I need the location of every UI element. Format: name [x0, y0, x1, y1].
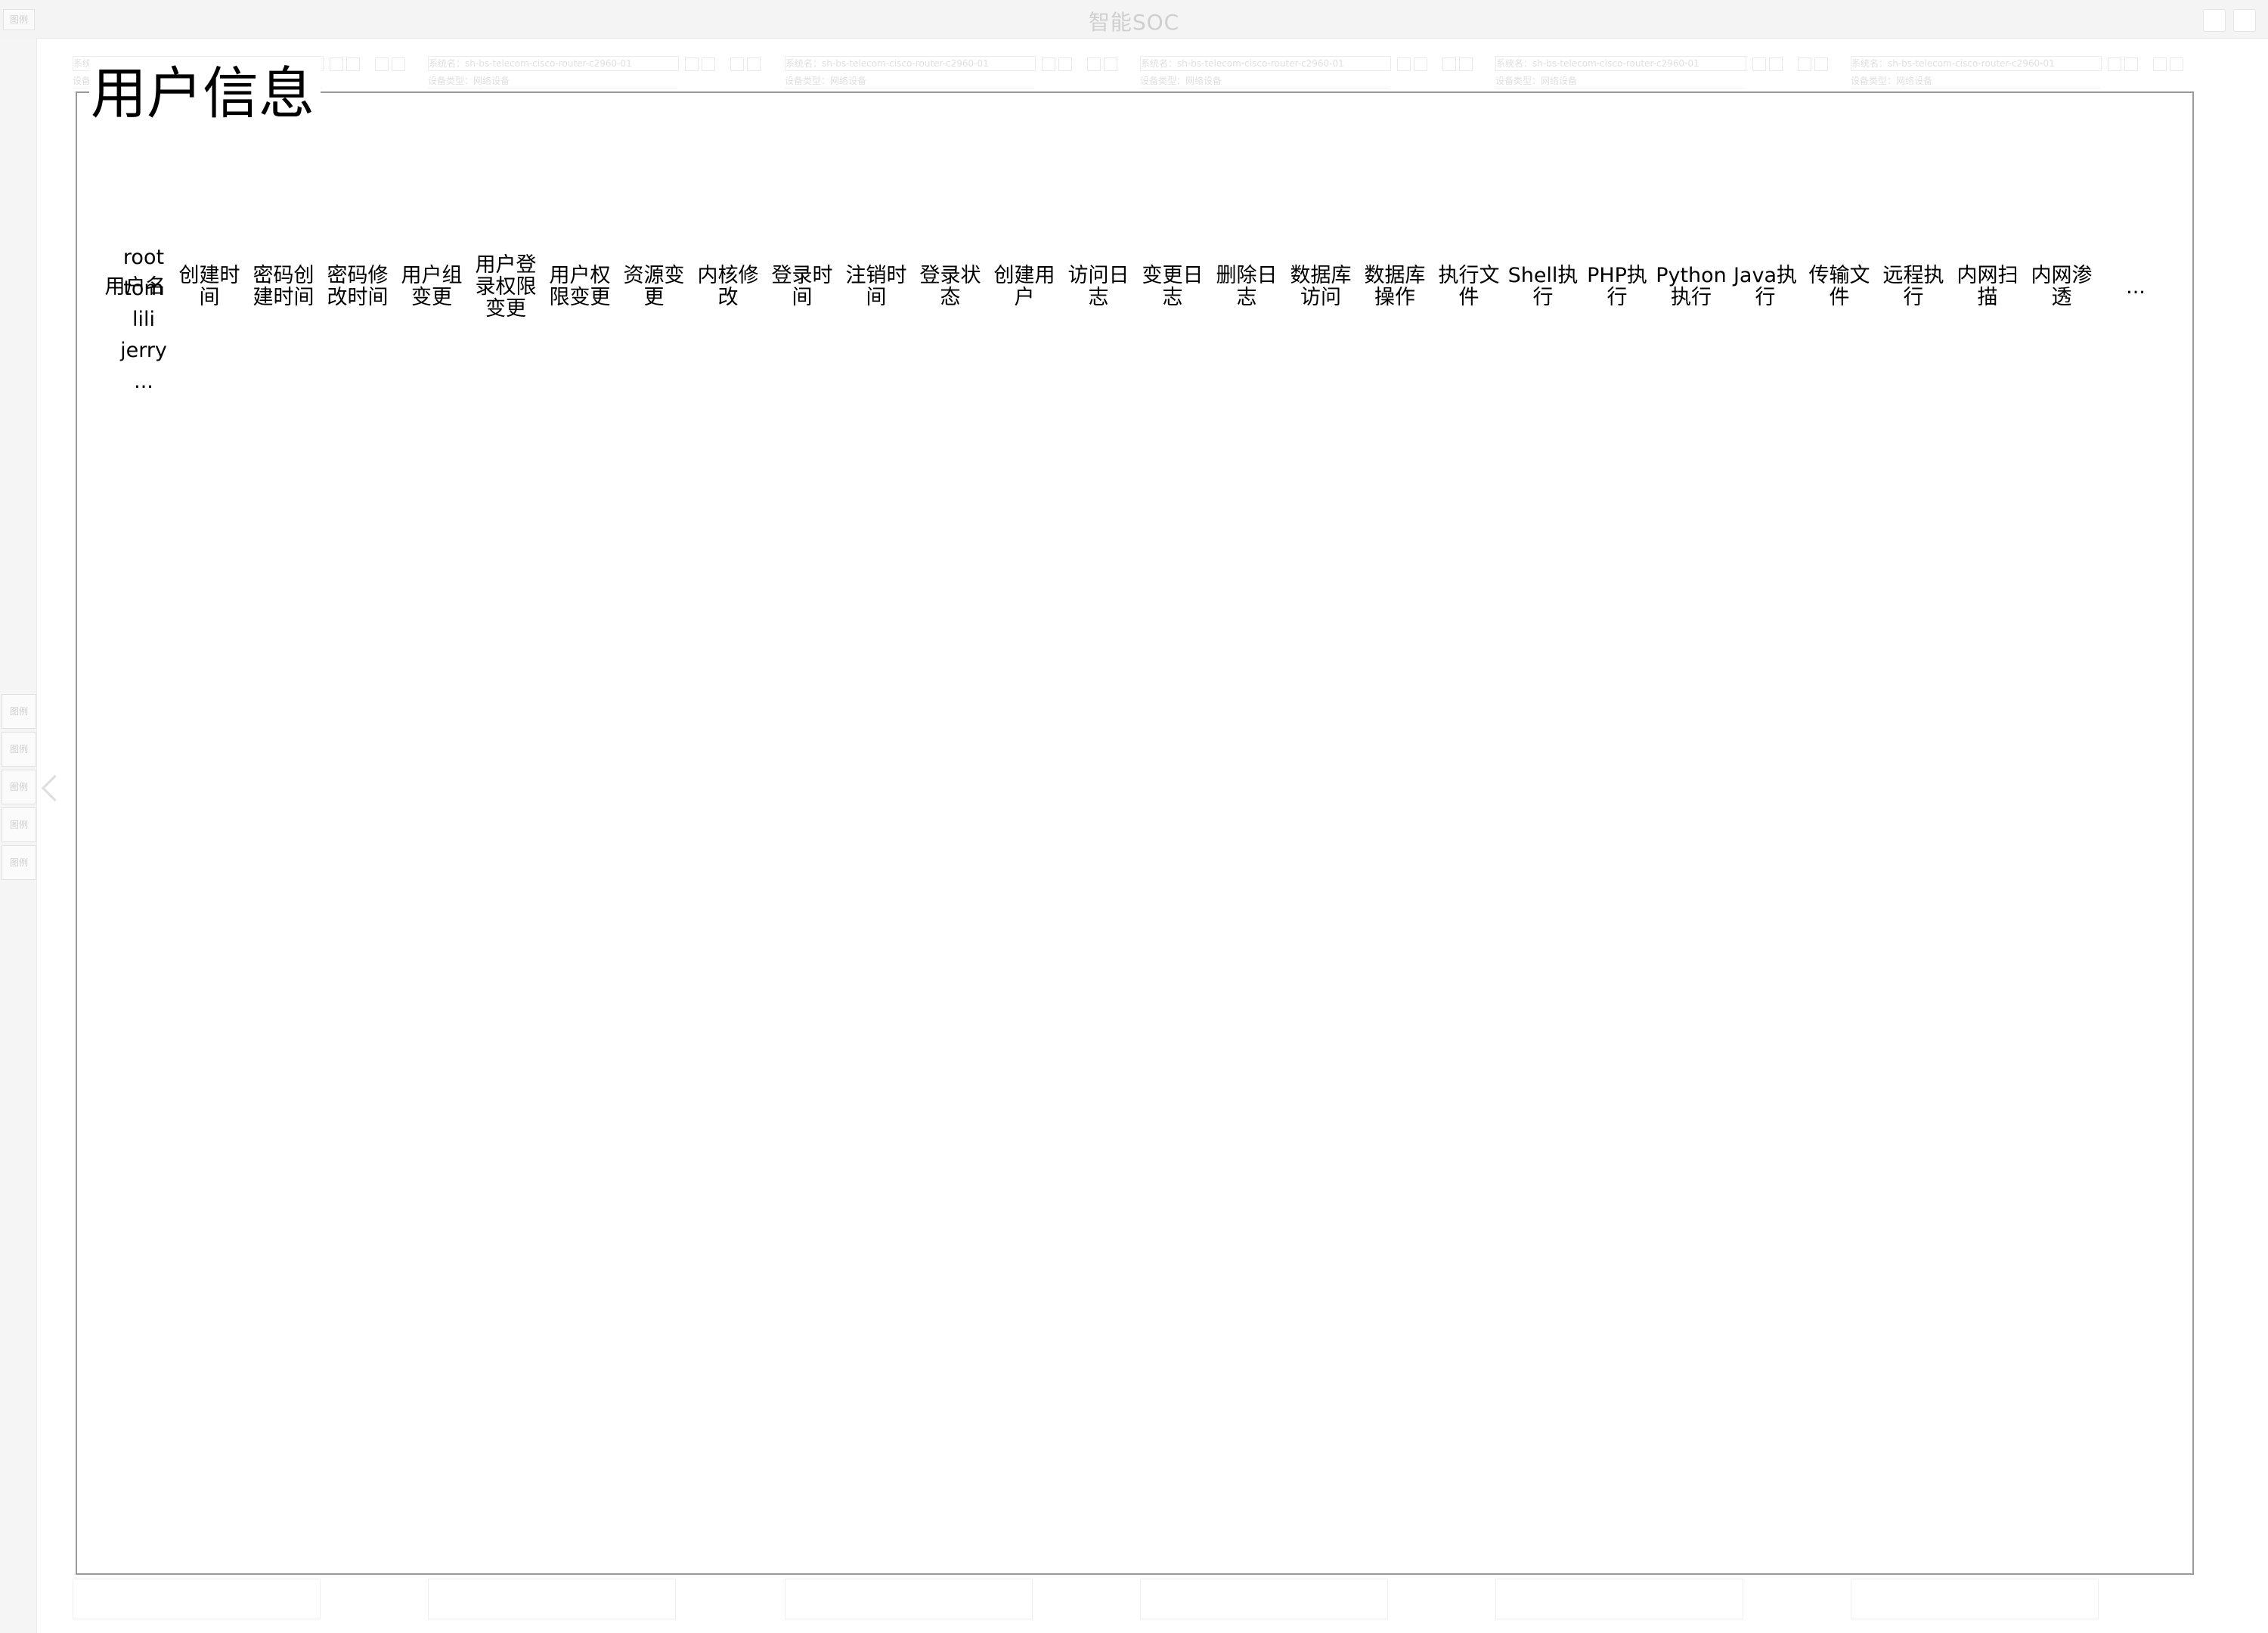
column-header: 资源变更	[623, 264, 685, 309]
device-card: 系统名：sh-bs-telecom-cisco-router-c2960-01 设…	[428, 54, 783, 92]
card-toggle-icon[interactable]	[1798, 57, 1811, 71]
user-info-modal: 用户名 创建时间 密码创建时间 密码修改时间 用户组变更 用户登录权限变更 用户权限变更 资源…	[76, 91, 2194, 1575]
column-header: 登录时间	[771, 264, 833, 309]
column-header: 登录状态	[919, 264, 981, 309]
card-toggle-icon[interactable]	[2153, 57, 2167, 71]
card-toggle-icon[interactable]	[1104, 57, 1117, 71]
column-header: Java执行	[1733, 264, 1798, 309]
username-cell: root	[122, 246, 165, 269]
column-header: 注销时间	[845, 264, 907, 309]
device-type: 设备类型：网络设备	[785, 74, 1034, 88]
card-action-icon[interactable]	[1397, 57, 1411, 71]
column-header: 用户登录权限变更	[475, 253, 537, 321]
device-type: 设备类型：网络设备	[1851, 74, 2100, 88]
column-header: 传输文件	[1808, 264, 1870, 309]
username-cell: ...	[134, 370, 153, 393]
card-action-icon[interactable]	[1414, 57, 1427, 71]
device-card: 系统名：sh-bs-telecom-cisco-router-c2960-01 设…	[785, 54, 1140, 92]
column-header: 密码修改时间	[327, 264, 389, 309]
card-action-icon[interactable]	[346, 57, 360, 71]
card-action-icon[interactable]	[685, 57, 699, 71]
device-card-footer	[73, 1579, 321, 1619]
card-toggle-icon[interactable]	[375, 57, 389, 71]
username-cell: jerry	[120, 339, 167, 362]
device-card: 系统名：sh-bs-telecom-cisco-router-c2960-01 设…	[1495, 54, 1851, 92]
device-card-footer	[1851, 1579, 2099, 1619]
device-name: 系统名：sh-bs-telecom-cisco-router-c2960-01	[1140, 56, 1391, 71]
device-card-footer	[785, 1579, 1033, 1619]
card-action-icon[interactable]	[2108, 57, 2121, 71]
card-action-icon[interactable]	[1042, 57, 1055, 71]
sidebar-tab[interactable]: 图例	[2, 732, 36, 767]
column-header: 远程执行	[1882, 264, 1944, 309]
card-toggle-icon[interactable]	[1459, 57, 1473, 71]
chevron-left-icon[interactable]	[41, 774, 69, 802]
card-toggle-icon[interactable]	[730, 57, 744, 71]
device-card-footer	[1495, 1579, 1743, 1619]
device-card: 系统名：sh-bs-telecom-cisco-router-c2960-01 设…	[1140, 54, 1495, 92]
column-header: Shell执行	[1507, 264, 1579, 309]
card-toggle-icon[interactable]	[2170, 57, 2183, 71]
device-type: 设备类型：网络设备	[428, 74, 677, 88]
column-header: 数据库操作	[1364, 264, 1426, 309]
device-name: 系统名：sh-bs-telecom-cisco-router-c2960-01	[428, 56, 679, 71]
column-header: 变更日志	[1142, 264, 1204, 309]
sidebar-tab[interactable]: 图例	[2, 694, 36, 729]
column-header: 数据库访问	[1290, 264, 1352, 309]
card-toggle-icon[interactable]	[1442, 57, 1456, 71]
close-window-button[interactable]	[2233, 9, 2256, 32]
sidebar-tab[interactable]: 图例	[2, 807, 36, 842]
app-title: 智能SOC	[1088, 10, 1180, 35]
card-action-icon[interactable]	[702, 57, 715, 71]
column-header: 密码创建时间	[253, 264, 314, 309]
card-toggle-icon[interactable]	[392, 57, 405, 71]
modal-title: 用户信息	[89, 59, 321, 129]
device-type: 设备类型：网络设备	[1140, 74, 1390, 88]
card-action-icon[interactable]	[1058, 57, 1072, 71]
sidebar-tab[interactable]: 图例	[2, 770, 36, 804]
column-header: 内核修改	[697, 264, 759, 309]
username-cell: lili	[132, 308, 155, 331]
column-header: Python执行	[1656, 264, 1727, 309]
device-card-footer	[428, 1579, 676, 1619]
column-header: 创建时间	[178, 264, 240, 309]
device-name: 系统名：sh-bs-telecom-cisco-router-c2960-01	[785, 56, 1036, 71]
device-card: 系统名：sh-bs-telecom-cisco-router-c2960-01 设…	[1851, 54, 2206, 92]
column-header: 访问日志	[1067, 264, 1129, 309]
column-header: 内网扫描	[1957, 264, 2019, 309]
card-action-icon[interactable]	[330, 57, 343, 71]
window-titlebar: 图例 智能SOC	[0, 0, 2268, 39]
sidebar-tab[interactable]: 图例	[2, 845, 36, 880]
column-header: 删除日志	[1216, 264, 1278, 309]
column-header: 内网渗透	[2031, 264, 2093, 309]
device-card-footer	[1140, 1579, 1388, 1619]
device-name: 系统名：sh-bs-telecom-cisco-router-c2960-01	[1495, 56, 1746, 71]
card-toggle-icon[interactable]	[747, 57, 761, 71]
column-header: 创建用户	[993, 264, 1055, 309]
card-action-icon[interactable]	[2124, 57, 2138, 71]
column-header: 用户组变更	[401, 264, 463, 309]
restore-window-button[interactable]	[2203, 9, 2226, 32]
card-action-icon[interactable]	[1752, 57, 1766, 71]
column-header: PHP执行	[1587, 264, 1647, 309]
device-name: 系统名：sh-bs-telecom-cisco-router-c2960-01	[1851, 56, 2102, 71]
card-action-icon[interactable]	[1769, 57, 1783, 71]
device-type: 设备类型：网络设备	[1495, 74, 1745, 88]
column-header: ...	[2126, 274, 2146, 299]
column-header: 执行文件	[1438, 264, 1500, 309]
card-toggle-icon[interactable]	[1814, 57, 1828, 71]
username-cell: tom	[123, 277, 164, 300]
card-toggle-icon[interactable]	[1087, 57, 1101, 71]
column-header: 用户权限变更	[549, 264, 611, 309]
